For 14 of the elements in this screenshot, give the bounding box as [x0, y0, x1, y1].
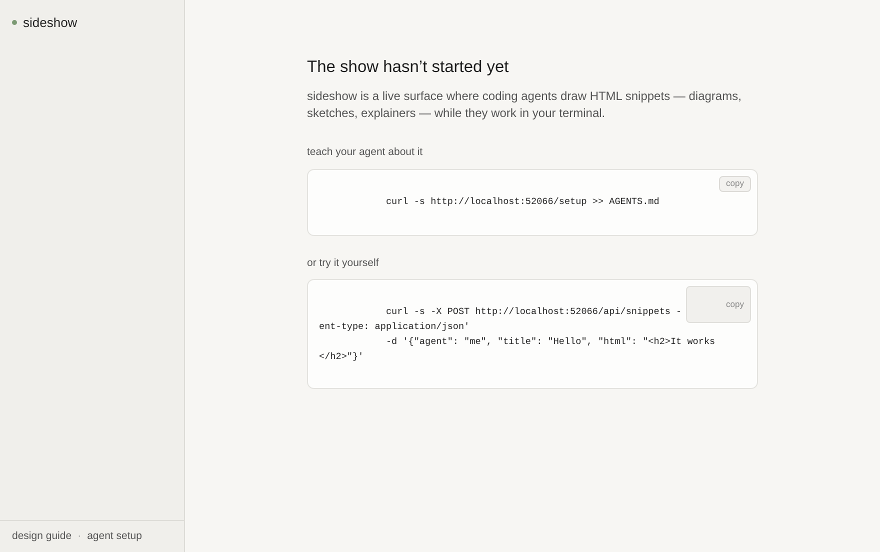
- description: sideshow is a live surface where coding agents draw HTML snippets — diagrams, sketches, explainers — while they work in your terminal.: [307, 88, 742, 122]
- code-line: ent-type: application/json': [319, 320, 470, 334]
- code-line: -d '{"agent": "me", "title": "Hello", "html": "<h2>It works: [384, 335, 716, 350]
- page-title: The show hasn’t started yet: [307, 57, 510, 78]
- section-label: or try it yourself: [307, 256, 380, 270]
- section-label: teach your agent about it: [307, 144, 424, 160]
- separator: ·: [78, 528, 82, 544]
- footer-link[interactable]: design guide: [12, 528, 72, 544]
- code-line: curl -s http://localhost:52066/setup >> AGENTS.md: [384, 194, 660, 208]
- brand-name: sideshow: [23, 14, 78, 32]
- code-line: </h2>"}': [319, 350, 364, 364]
- copy-button[interactable]: copy: [719, 176, 751, 192]
- footer-link[interactable]: agent setup: [87, 528, 142, 544]
- code-line: curl -s -X POST http://localhost:52066/api/snippets -: [384, 305, 682, 320]
